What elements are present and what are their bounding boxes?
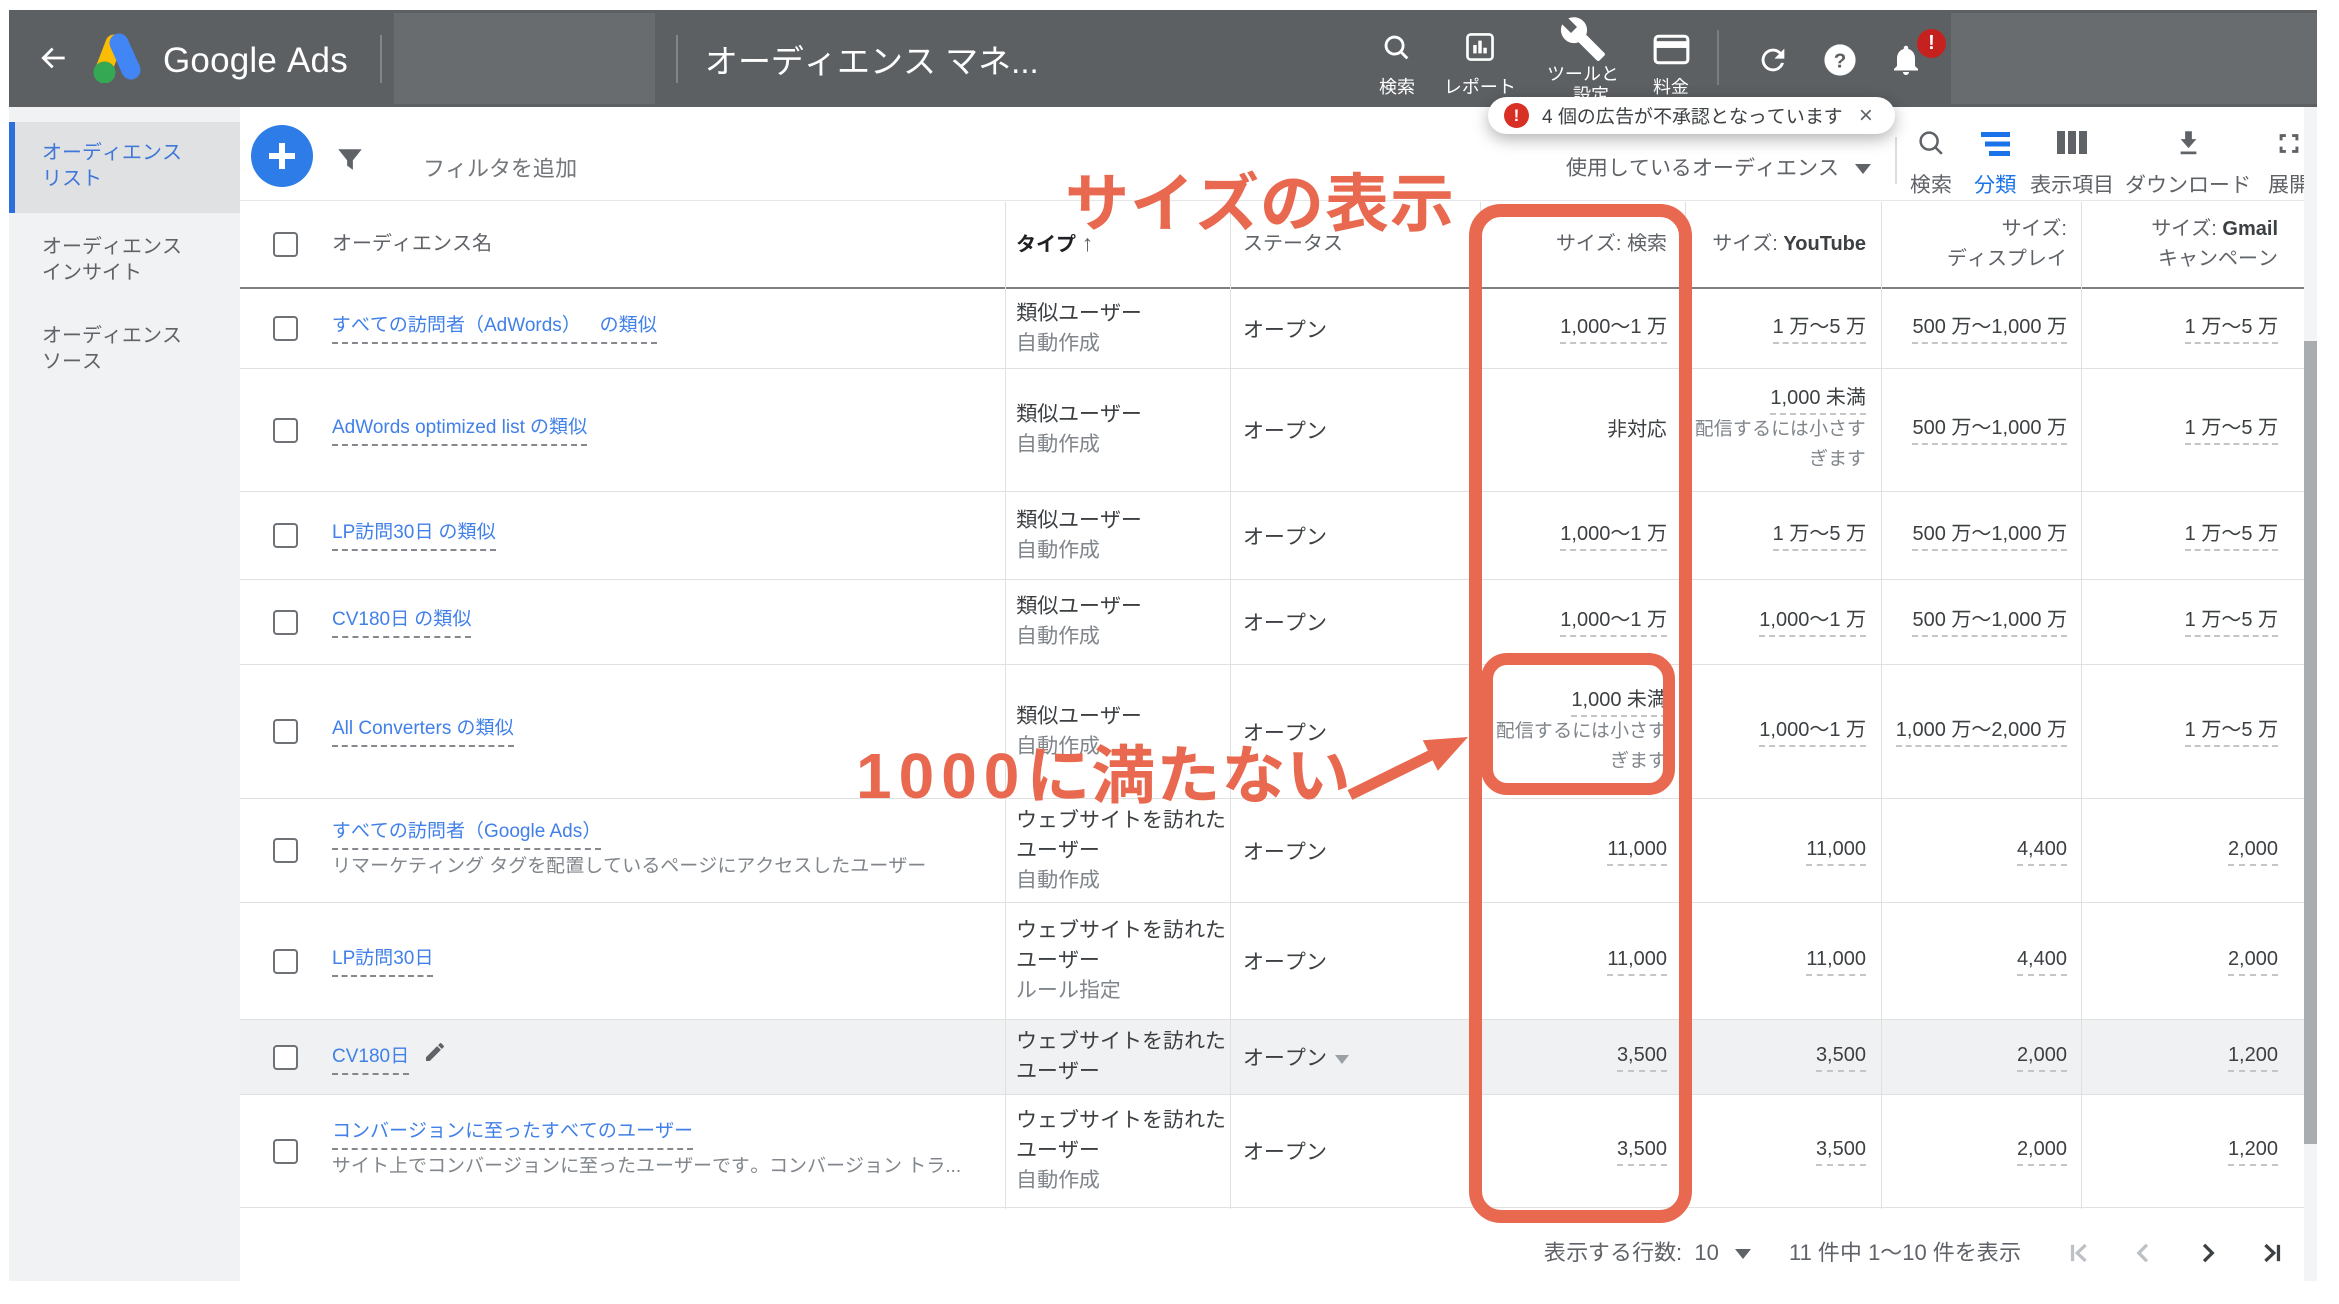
svg-text:?: ? bbox=[1834, 49, 1847, 72]
